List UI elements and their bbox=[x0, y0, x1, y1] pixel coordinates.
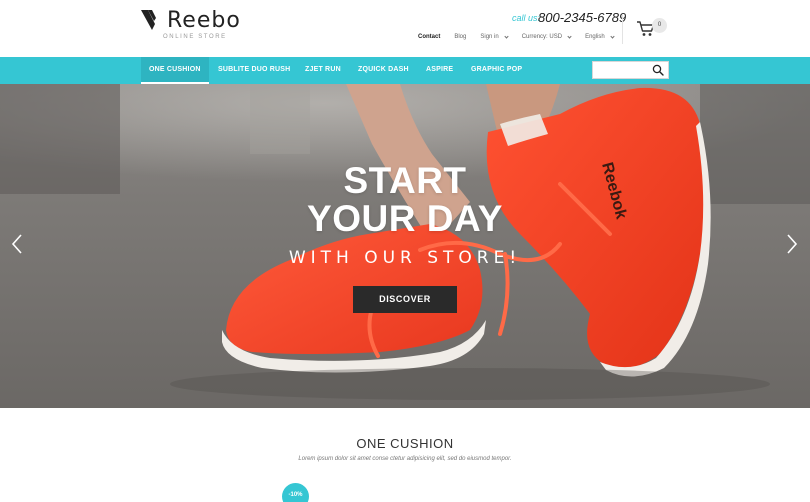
nav-item-graphic-pop[interactable]: GRAPHIC POP bbox=[471, 57, 522, 84]
chevron-down-icon bbox=[504, 33, 509, 39]
discount-badge: -10% bbox=[282, 483, 309, 502]
hero-title-line1: START bbox=[343, 160, 467, 201]
header: Reebo ONLINE STORE call us: 800-2345-678… bbox=[0, 0, 810, 57]
nav-item-zjet-run[interactable]: ZJET RUN bbox=[305, 57, 341, 84]
currency-label: Currency: USD bbox=[521, 34, 563, 40]
hero-subtitle: WITH OUR STORE! bbox=[288, 248, 522, 268]
search-input[interactable] bbox=[592, 61, 669, 79]
cart-count-badge: 0 bbox=[652, 18, 667, 33]
discover-button[interactable]: DISCOVER bbox=[353, 286, 457, 313]
section-title: ONE CUSHION bbox=[356, 436, 454, 451]
main-nav: ONE CUSHION SUBLITE DUO RUSH ZJET RUN ZQ… bbox=[0, 57, 810, 84]
nav-item-one-cushion[interactable]: ONE CUSHION bbox=[141, 57, 209, 84]
nav-item-sublite-duo-rush[interactable]: SUBLITE DUO RUSH bbox=[218, 57, 290, 84]
header-divider bbox=[622, 14, 623, 44]
signin-dropdown[interactable]: Sign in bbox=[480, 33, 509, 40]
chevron-right-icon[interactable] bbox=[784, 232, 800, 256]
top-links: Contact Blog Sign in Currency: USD Engli… bbox=[418, 32, 628, 42]
section-description: Lorem ipsum dolor sit amet conse ctetur … bbox=[298, 456, 512, 462]
call-us-label: call us: bbox=[512, 13, 541, 23]
hero-slider: Reebok START YOUR DAY WITH OUR STORE! DI… bbox=[0, 84, 810, 408]
search-icon[interactable] bbox=[652, 64, 664, 76]
brand-name: Reebo bbox=[167, 8, 241, 33]
language-dropdown[interactable]: English bbox=[585, 33, 615, 40]
blog-link[interactable]: Blog bbox=[454, 34, 466, 40]
brand-tagline: ONLINE STORE bbox=[163, 34, 227, 40]
nav-item-zquick-dash[interactable]: ZQUICK DASH bbox=[358, 57, 409, 84]
signin-label: Sign in bbox=[480, 34, 499, 40]
chevron-down-icon bbox=[610, 33, 615, 39]
phone-number[interactable]: 800-2345-6789 bbox=[538, 10, 626, 25]
hero-image: Reebok bbox=[0, 84, 810, 408]
nav-item-aspire[interactable]: ASPIRE bbox=[426, 57, 453, 84]
contact-link[interactable]: Contact bbox=[418, 34, 440, 40]
chevron-left-icon[interactable] bbox=[9, 232, 25, 256]
language-label: English bbox=[585, 34, 605, 40]
currency-dropdown[interactable]: Currency: USD bbox=[521, 33, 572, 40]
hero-title-line2: YOUR DAY bbox=[307, 198, 503, 239]
chevron-down-icon bbox=[567, 33, 572, 39]
brand-logo-icon bbox=[141, 10, 156, 30]
brand-logo[interactable]: Reebo ONLINE STORE bbox=[141, 8, 251, 44]
